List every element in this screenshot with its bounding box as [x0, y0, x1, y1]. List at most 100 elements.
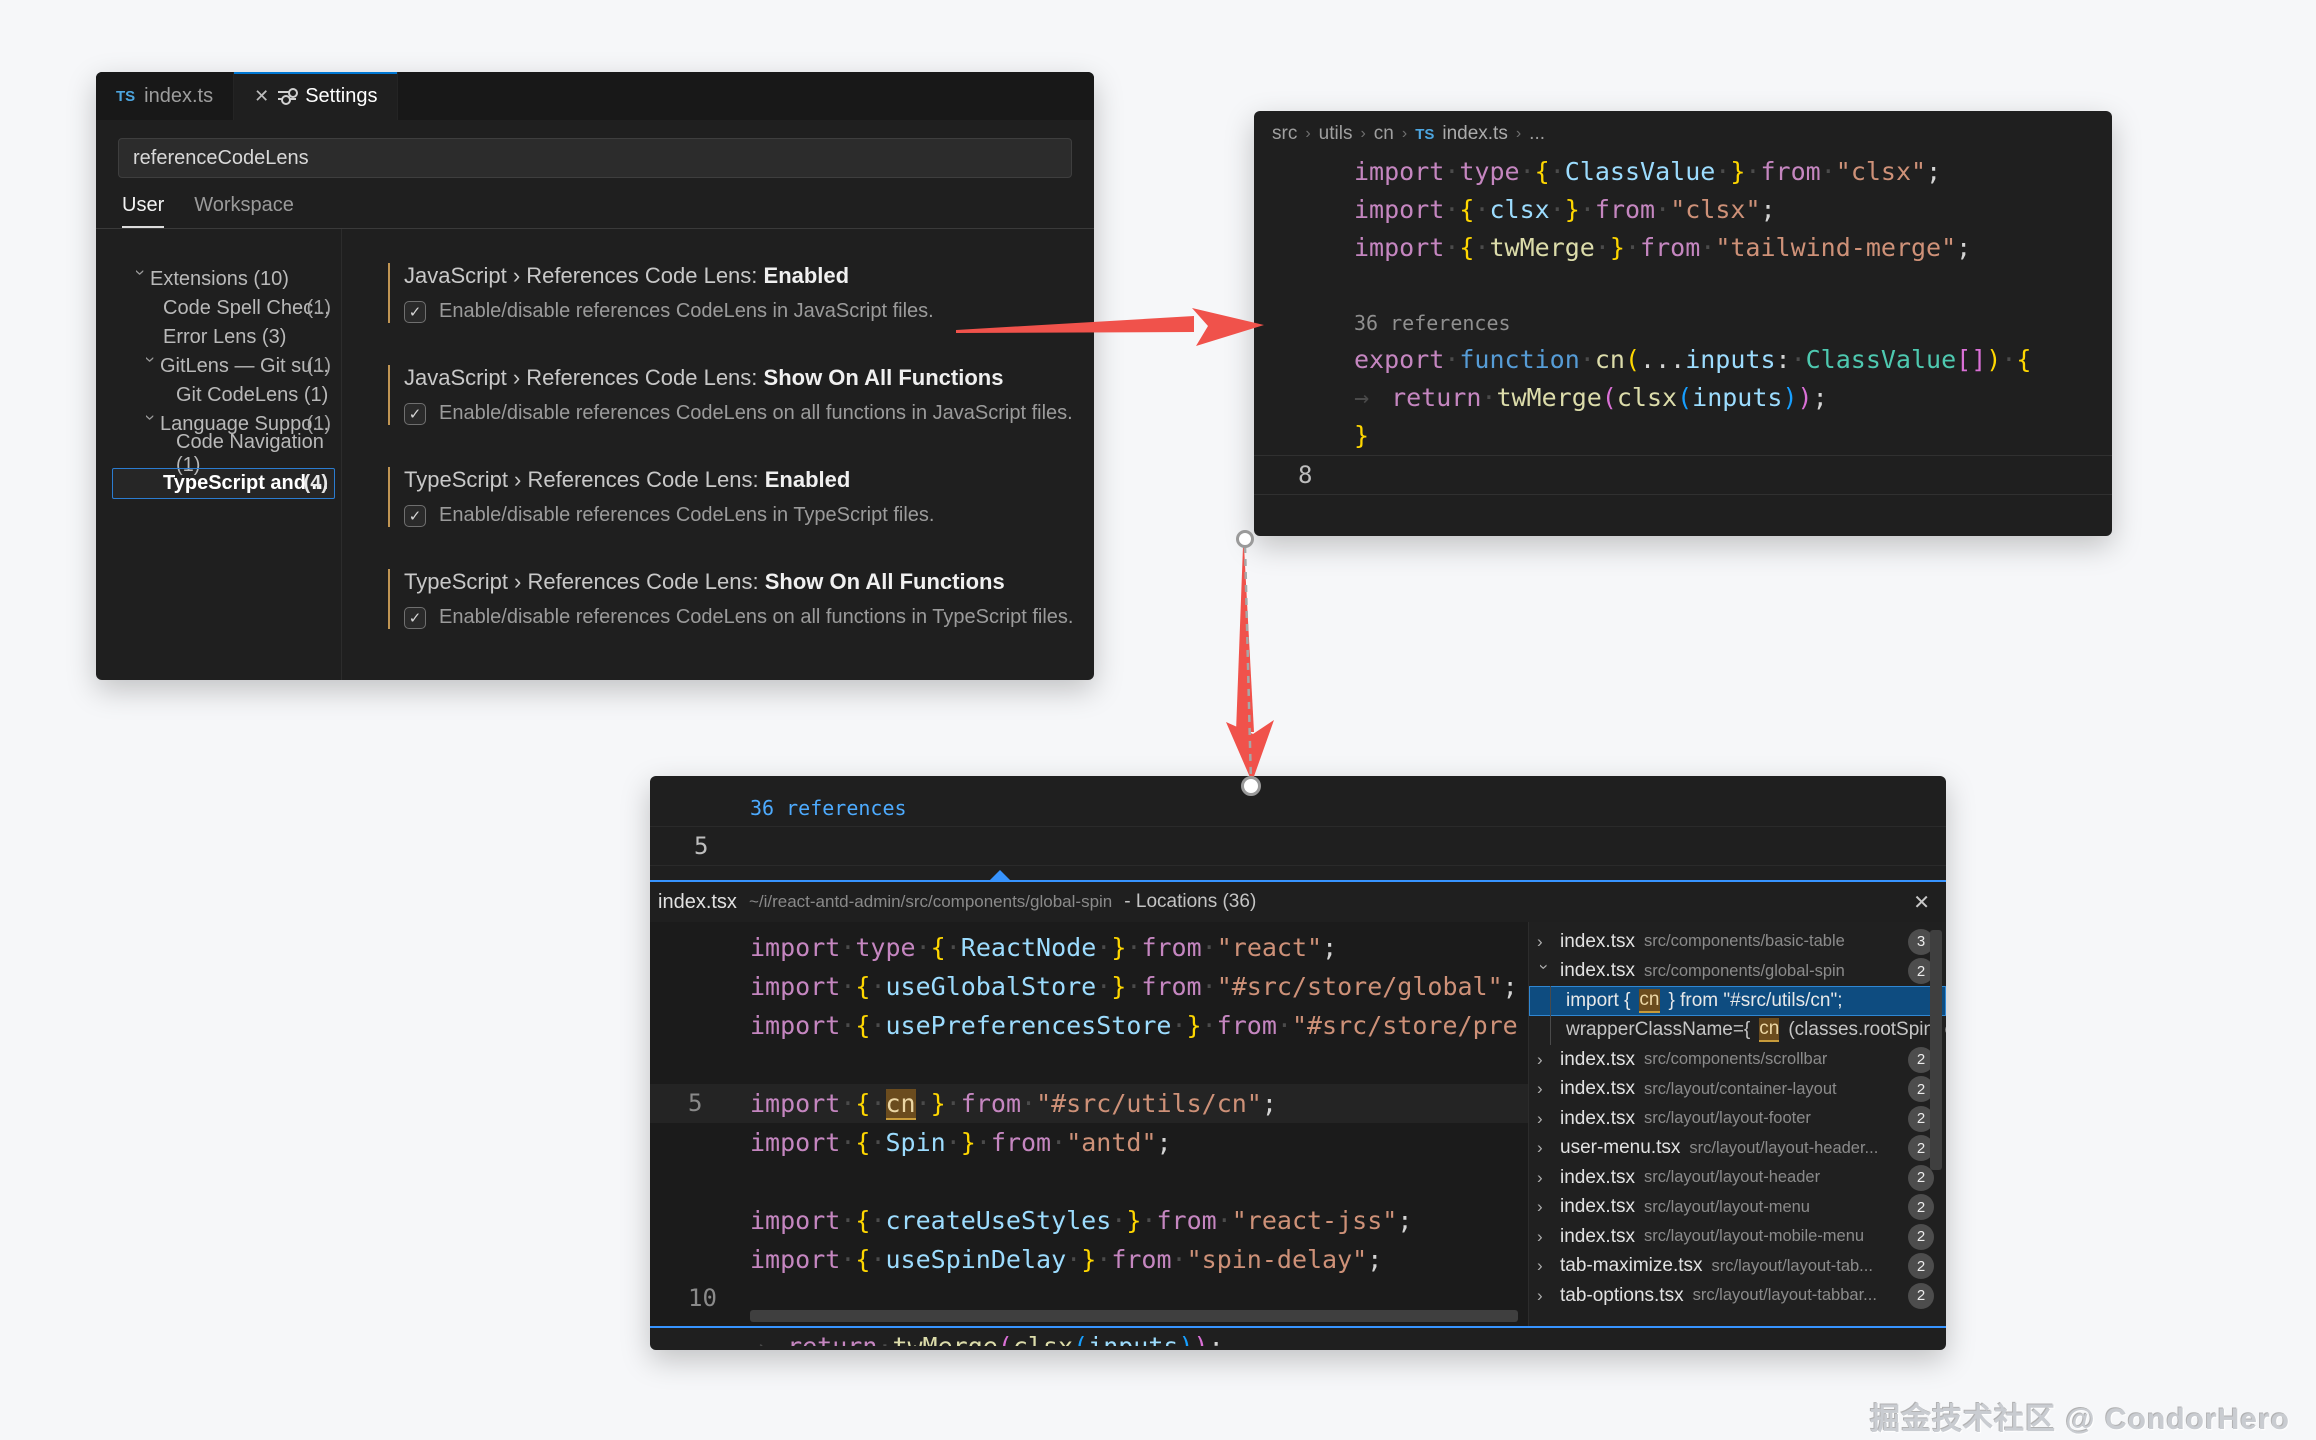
- peek-code-line: [650, 1045, 1528, 1084]
- chevron-down-icon: ›: [140, 415, 161, 435]
- checkbox-checked[interactable]: ✓: [404, 607, 426, 629]
- setting-description-row: ✓ Enable/disable references CodeLens in J…: [404, 300, 1094, 323]
- close-icon[interactable]: ✕: [254, 87, 269, 105]
- reference-match-row[interactable]: import { cn } from "#src/utils/cn";: [1529, 986, 1946, 1016]
- scope-tab-workspace[interactable]: Workspace: [194, 194, 294, 228]
- reference-file-row[interactable]: ›index.tsxsrc/layout/container-layout2: [1529, 1075, 1946, 1105]
- settings-toc: ›Extensions (10)Code Spell Chec...(1)Err…: [96, 229, 342, 680]
- reference-file-row[interactable]: ›tab-maximize.tsxsrc/layout/layout-tab..…: [1529, 1252, 1946, 1282]
- tab-settings[interactable]: ✕ Settings: [234, 72, 398, 120]
- code-area[interactable]: import·type·{·ClassValue·}·from·"clsx"; …: [1254, 153, 2112, 495]
- reference-file-path: src/components/scrollbar: [1644, 1050, 1827, 1069]
- reference-file-row[interactable]: ›index.tsxsrc/layout/layout-footer2: [1529, 1104, 1946, 1134]
- code-line-signature: 5 export·function·cn(...inputs:·ClassVal…: [650, 826, 1946, 866]
- chevron-down-icon: ›: [140, 357, 161, 377]
- typescript-file-icon: TS: [116, 88, 135, 105]
- reference-file-name: tab-options.tsx: [1560, 1285, 1684, 1307]
- settings-search-input[interactable]: [119, 147, 1071, 170]
- chevron-collapsed-icon: ›: [1537, 1079, 1551, 1099]
- reference-count-badge: 2: [1908, 1283, 1934, 1309]
- reference-file-row[interactable]: ›index.tsxsrc/layout/layout-header2: [1529, 1163, 1946, 1193]
- code-line: }: [1254, 417, 2112, 455]
- breadcrumb[interactable]: src › utils › cn › TS index.ts › ...: [1254, 111, 2112, 153]
- reference-file-name: index.tsx: [1560, 1078, 1635, 1100]
- toc-item[interactable]: ›GitLens — Git su...(1): [96, 352, 341, 381]
- setting-description: Enable/disable references CodeLens on al…: [439, 606, 1073, 629]
- line-number: 5: [688, 1084, 702, 1123]
- reference-file-name: index.tsx: [1560, 960, 1635, 982]
- peek-code-area[interactable]: import·type·{·ReactNode·}·from·"react";i…: [650, 922, 1528, 1326]
- setting-title: JavaScript › References Code Lens: Enabl…: [404, 263, 1094, 289]
- reference-file-name: index.tsx: [1560, 1167, 1635, 1189]
- toc-item[interactable]: Code Spell Chec...(1): [96, 294, 341, 323]
- setting-title: TypeScript › References Code Lens: Show …: [404, 569, 1094, 595]
- reference-file-row[interactable]: ›index.tsxsrc/layout/layout-menu2: [1529, 1193, 1946, 1223]
- vertical-scrollbar[interactable]: [1930, 930, 1942, 1170]
- peek-code-line: import·{·useGlobalStore·}·from·"#src/sto…: [650, 967, 1528, 1006]
- setting-title: TypeScript › References Code Lens: Enabl…: [404, 467, 1094, 493]
- settings-search-box: [118, 138, 1072, 178]
- chevron-collapsed-icon: ›: [1537, 1227, 1551, 1247]
- toc-item[interactable]: Error Lens (3): [96, 323, 341, 352]
- reference-file-row[interactable]: ›index.tsxsrc/components/basic-table3: [1529, 927, 1946, 957]
- line-number: 5: [694, 827, 708, 865]
- chevron-collapsed-icon: ›: [1537, 1197, 1551, 1217]
- peek-header: index.tsx ~/i/react-antd-admin/src/compo…: [650, 882, 1946, 922]
- reference-file-path: src/layout/layout-footer: [1644, 1109, 1811, 1128]
- peek-pointer: [990, 870, 1010, 880]
- horizontal-scrollbar[interactable]: [750, 1310, 1518, 1322]
- setting-entry: TypeScript › References Code Lens: Enabl…: [388, 467, 1094, 527]
- reference-match-row[interactable]: wrapperClassName={cn(classes.rootSpin, c: [1529, 1016, 1946, 1046]
- toc-item-count: (1): [307, 297, 331, 320]
- setting-description: Enable/disable references CodeLens on al…: [439, 402, 1073, 425]
- setting-description: Enable/disable references CodeLens in Ja…: [439, 300, 934, 323]
- reference-file-row[interactable]: ›index.tsxsrc/layout/layout-mobile-menu2: [1529, 1222, 1946, 1252]
- reference-file-row[interactable]: ›index.tsxsrc/components/global-spin2: [1529, 957, 1946, 987]
- reference-count-badge: 2: [1908, 1224, 1934, 1250]
- codelens-references[interactable]: 36 references: [1254, 305, 2112, 341]
- reference-file-row[interactable]: ›user-menu.tsxsrc/layout/layout-header..…: [1529, 1134, 1946, 1164]
- code-line: import·{·clsx·}·from·"clsx";: [1254, 191, 2112, 229]
- reference-file-name: index.tsx: [1560, 931, 1635, 953]
- line-number: 10: [688, 1279, 717, 1318]
- checkbox-checked[interactable]: ✓: [404, 505, 426, 527]
- reference-file-name: tab-maximize.tsx: [1560, 1255, 1703, 1277]
- settings-entries: JavaScript › References Code Lens: Enabl…: [342, 229, 1094, 680]
- arrow-handle-dot: [1236, 530, 1254, 548]
- chevron-collapsed-icon: ›: [1537, 1256, 1551, 1276]
- line-number: 8: [1298, 456, 1312, 494]
- chevron-collapsed-icon: ›: [1537, 1109, 1551, 1129]
- checkbox-checked[interactable]: ✓: [404, 403, 426, 425]
- setting-entry: TypeScript › References Code Lens: Show …: [388, 569, 1094, 629]
- reference-file-path: src/layout/layout-menu: [1644, 1198, 1810, 1217]
- peek-code-line: import·{·useSpinDelay·}·from·"spin-delay…: [650, 1240, 1528, 1279]
- toc-item[interactable]: ›Extensions (10): [96, 265, 341, 294]
- code-line: import·{·twMerge·}·from·"tailwind-merge"…: [1254, 229, 2112, 267]
- codelens-references[interactable]: 36 references: [650, 790, 1946, 826]
- toc-item[interactable]: Git CodeLens (1): [96, 381, 341, 410]
- toc-item-label: Extensions (10): [150, 268, 289, 291]
- checkbox-checked[interactable]: ✓: [404, 301, 426, 323]
- toc-item-label: Error Lens (3): [163, 326, 286, 349]
- reference-file-row[interactable]: › tab-options.tsx src/layout/layout-tabbar…: [1529, 1281, 1946, 1311]
- toc-item[interactable]: Code Navigation (1): [96, 439, 341, 468]
- chevron-expanded-icon: ›: [1534, 964, 1554, 978]
- scope-tab-user[interactable]: User: [122, 194, 164, 228]
- reference-file-path: src/components/global-spin: [1644, 962, 1845, 981]
- reference-count-badge: 2: [1908, 1194, 1934, 1220]
- reference-file-path: src/layout/layout-tabbar...: [1693, 1286, 1877, 1305]
- clipped-code-line: →return·twMerge(clsx(inputs));: [650, 1328, 1946, 1346]
- close-icon[interactable]: ✕: [1913, 890, 1930, 915]
- reference-file-path: src/layout/container-layout: [1644, 1080, 1837, 1099]
- setting-title: JavaScript › References Code Lens: Show …: [404, 365, 1094, 391]
- outer-code-area[interactable]: 36 references 5 export·function·cn(...in…: [650, 776, 1946, 866]
- editor-tabbar: TS index.ts ✕ Settings: [96, 72, 1094, 120]
- chevron-collapsed-icon: ›: [1537, 1286, 1551, 1306]
- reference-file-row[interactable]: ›index.tsxsrc/components/scrollbar2: [1529, 1045, 1946, 1075]
- settings-window: TS index.ts ✕ Settings User Workspace ›E…: [96, 72, 1094, 680]
- toc-item[interactable]: TypeScript and ...(4): [112, 468, 335, 499]
- cursor-line: 8: [1254, 455, 2112, 495]
- tab-index-ts[interactable]: TS index.ts: [96, 72, 234, 120]
- reference-count-badge: 2: [1908, 1253, 1934, 1279]
- peek-code-line: 5import·{·cn·}·from·"#src/utils/cn";: [650, 1084, 1528, 1123]
